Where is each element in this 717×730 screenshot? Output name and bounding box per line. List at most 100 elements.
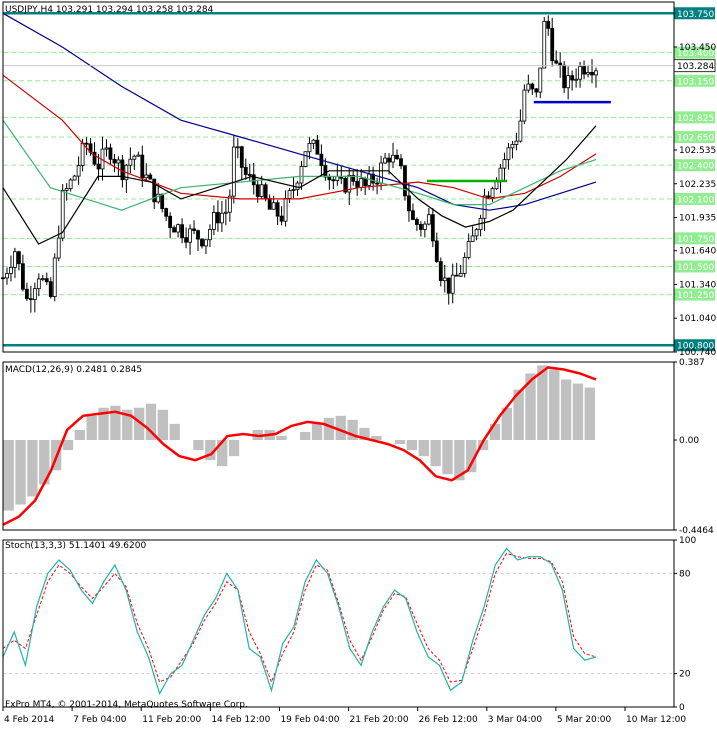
copyright-text: FxPro MT4, © 2001-2014, MetaQuotes Softw… [5,700,248,710]
candle-body [96,163,101,170]
candle-body [247,174,252,176]
macd-histogram-bar [394,440,406,445]
candle-body [44,278,49,283]
candle-body [411,210,415,220]
time-tick-label: 19 Feb 04:00 [280,715,339,725]
candle-body [391,154,395,163]
stoch-panel: 100 80 20 0 [2,536,696,713]
macd-panel: 0.387 0.00 -0.4464 [2,358,714,536]
candle-body [235,146,240,149]
candle-body [24,288,29,300]
level-label: 102.100 [677,195,714,205]
candle-body [5,273,9,279]
candle-body [188,228,192,243]
macd-histogram-bar [193,440,204,451]
candle-body [192,228,196,231]
candle-body [518,120,523,142]
candle-body [275,202,280,217]
macd-histogram-bar [62,440,74,451]
stoch-tick-label: 100 [679,536,696,546]
candle-body [9,266,13,274]
candle-body [259,184,264,197]
candle-body [426,214,431,225]
candle-body [271,202,276,210]
candle-body [140,154,145,179]
candle-body [48,281,53,297]
macd-histogram-bar [537,365,548,441]
level-label: 102.650 [677,134,714,144]
macd-histogram-bar [300,431,311,441]
candle-body [216,212,220,224]
candle-body [104,147,109,150]
candle-body [299,166,304,184]
candle-body [474,229,479,237]
candle-body [80,142,85,166]
candle-body [128,158,133,166]
time-tick-label: 3 Mar 04:00 [488,715,543,725]
candle-body [164,208,169,217]
candle-body [64,188,69,191]
candle-body [506,147,511,161]
candle-body [363,178,368,186]
level-label: 102.825 [677,114,714,124]
price-tick-label: 103.450 [679,43,716,53]
candle-body [510,144,515,149]
candle-body [231,146,236,197]
candle-body [52,257,57,297]
price-tick-label: 101.935 [679,214,716,224]
candle-body [291,189,296,191]
candle-body [287,190,292,199]
candle-body [196,230,200,240]
candle-body [590,71,594,76]
candle-body [84,142,89,145]
panel-border [2,539,675,708]
stoch-tick-label: 80 [679,569,691,579]
candle-body [422,223,427,230]
candle-body [13,251,17,268]
panel-frames [2,1,675,708]
candle-body [148,174,153,180]
macd-tick-label: 0.387 [679,358,705,368]
candle-body [172,227,177,233]
macd-histogram-bar [74,429,86,441]
candle-body [56,237,61,259]
chart-area: 103.750103.400103.150102.825102.650102.4… [1,1,716,725]
candle-body [323,165,328,178]
level-label: 101.500 [677,263,714,273]
candle-body [331,179,336,182]
macd-histogram-bar [584,387,595,441]
candle-body [462,257,467,274]
candle-body [395,154,399,160]
candle-body [184,237,188,243]
candle-body [415,219,419,225]
level-label: 101.750 [677,235,714,245]
candle-body [68,179,73,189]
candle-body [116,159,121,164]
candle-body [239,146,244,168]
candle-body [387,157,391,163]
time-tick-label: 10 Mar 12:00 [626,715,686,725]
candle-body [40,278,45,281]
candle-body [36,278,41,290]
candle-body [582,66,586,75]
candle-body [546,20,551,29]
candle-body [450,274,455,294]
candle-body [534,88,539,93]
candle-body [470,235,475,242]
candle-body [530,83,535,90]
candle-body [219,212,224,224]
candle-body [514,140,519,145]
macd-tick-label: 0.00 [679,436,699,446]
stoch-label: Stoch(13,3,3) 51.1401 49.6200 [5,541,146,551]
candle-body [204,239,208,247]
macd-histogram-bar [418,440,429,457]
level-label: 103.150 [677,77,714,87]
candle-body [538,67,543,93]
macd-tick-label: -0.4464 [679,526,714,536]
macd-histogram-bar [549,369,560,441]
candle-body [375,182,380,185]
candle-body [32,288,37,300]
candle-body [566,75,571,89]
candle-body [542,20,547,69]
macd-histogram-bar [15,440,26,505]
